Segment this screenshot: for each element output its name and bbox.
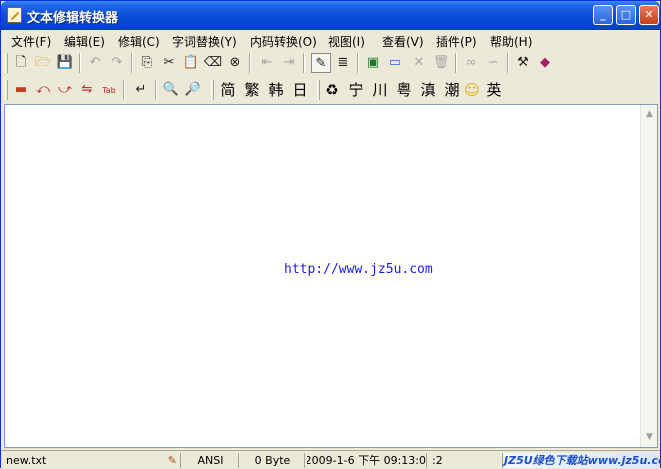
smiley-icon[interactable]: ☺ (461, 79, 483, 101)
toolbar-divider (123, 80, 125, 100)
window-icon[interactable]: ▭ (385, 53, 405, 73)
toolbar-divider (455, 53, 457, 73)
brand-watermark: JZ5U绿色下载站www.jz5u.com (504, 453, 661, 468)
toolbar-divider (249, 53, 251, 73)
status-bar: new.txt ✎ ANSI 0 Byte 2009-1-6 下午 09:13:… (1, 450, 661, 469)
unlink-icon[interactable]: ∽ (483, 53, 503, 73)
simplified-button[interactable]: 简 (217, 79, 239, 101)
chao-button[interactable]: 潮 (441, 79, 463, 101)
return-icon[interactable]: ↵ (131, 80, 151, 100)
zoom-in-icon[interactable]: 🔍 (161, 80, 181, 100)
binoculars-icon[interactable]: ⊗ (225, 53, 245, 73)
delete-icon[interactable]: ✕ (409, 53, 429, 73)
ning-button[interactable]: 宁 (345, 79, 367, 101)
toolbar-divider (79, 53, 81, 73)
wrap-icon[interactable]: ⤺ (33, 80, 53, 100)
zoom-out-icon[interactable]: 🔎 (183, 80, 203, 100)
tab-icon[interactable]: Tab (99, 80, 119, 100)
status-size: 0 Byte (241, 453, 305, 468)
export-icon[interactable]: ⇥ (279, 53, 299, 73)
menu-inspect[interactable]: 查看(V) (382, 33, 424, 50)
minimize-button[interactable]: _ (593, 5, 613, 25)
undo-icon[interactable]: ↶ (85, 53, 105, 73)
merge-lines-icon[interactable]: ⇋ (77, 80, 97, 100)
menu-replace[interactable]: 字词替换(Y) (172, 33, 237, 50)
toolbar-divider (357, 53, 359, 73)
pencil-icon: ✎ (167, 454, 177, 467)
menu-view[interactable]: 视图(I) (328, 33, 365, 50)
main-toolbar: 🗋 🗁 💾 ↶ ↷ ⎘ ✂ 📋 ⌫ ⊗ ⇤ ⇥ ✎ ≣ ▣ ▭ ✕ 🗑 ∞ ∽ … (5, 51, 565, 75)
app-window: 文本修辑转换器 _ □ ✕ 文件(F) 编辑(E) 修辑(C) 字词替换(Y) … (0, 0, 661, 469)
toolbar-grip[interactable] (5, 53, 8, 73)
text-editor[interactable]: http://www.jz5u.com ▲ ▼ (4, 104, 658, 448)
menu-help[interactable]: 帮助(H) (490, 33, 532, 50)
copy-icon[interactable]: ⎘ (137, 53, 157, 73)
edit-mode-icon[interactable]: ✎ (311, 53, 331, 73)
trash-icon[interactable]: 🗑 (431, 53, 451, 73)
chuan-button[interactable]: 川 (369, 79, 391, 101)
title-bar[interactable]: 文本修辑转换器 _ □ ✕ (1, 1, 660, 30)
import-icon[interactable]: ⇤ (257, 53, 277, 73)
menu-encoding[interactable]: 内码转换(O) (250, 33, 317, 50)
toolbar-divider (155, 80, 157, 100)
cut-icon[interactable]: ✂ (159, 53, 179, 73)
open-folder-icon[interactable]: 🗁 (33, 53, 53, 73)
scroll-up-icon[interactable]: ▲ (643, 107, 656, 122)
unwrap-icon[interactable]: ⤻ (55, 80, 75, 100)
app-notepad-icon (7, 7, 22, 23)
dian-button[interactable]: 滇 (417, 79, 439, 101)
open-image-icon[interactable]: ▣ (363, 53, 383, 73)
toolbar-grip[interactable] (211, 80, 214, 100)
new-file-icon[interactable]: 🗋 (11, 53, 31, 73)
toolbar-grip[interactable] (317, 80, 320, 100)
save-icon[interactable]: 💾 (55, 53, 75, 73)
scroll-down-icon[interactable]: ▼ (643, 430, 656, 445)
toolbar-divider (507, 53, 509, 73)
book-icon[interactable]: ◆ (535, 53, 555, 73)
menu-revise[interactable]: 修辑(C) (118, 33, 160, 50)
traditional-button[interactable]: 繁 (241, 79, 263, 101)
status-encoding: ANSI (183, 453, 239, 468)
english-button[interactable]: 英 (483, 79, 505, 101)
window-title: 文本修辑转换器 (27, 11, 119, 26)
menu-file[interactable]: 文件(F) (11, 33, 51, 50)
maximize-button[interactable]: □ (616, 5, 636, 25)
convert-toolbar: ▬ ⤺ ⤻ ⇋ Tab ↵ 🔍 🔎 简 繁 韩 日 ♻ 宁 川 粤 滇 潮 ☺ … (5, 78, 505, 102)
rectangle-icon[interactable]: ▬ (11, 80, 31, 100)
tools-icon[interactable]: ⚒ (513, 53, 533, 73)
redo-icon[interactable]: ↷ (107, 53, 127, 73)
status-extra: 2: (429, 453, 503, 468)
menu-edit[interactable]: 编辑(E) (64, 33, 105, 50)
paste-icon[interactable]: 📋 (181, 53, 201, 73)
toolbar-divider (303, 53, 305, 73)
vertical-scrollbar[interactable]: ▲ ▼ (640, 105, 657, 447)
menu-plugins[interactable]: 插件(P) (436, 33, 477, 50)
toolbar-divider (131, 53, 133, 73)
close-button[interactable]: ✕ (639, 5, 659, 25)
filename-text: new.txt (6, 454, 47, 467)
recycle-icon[interactable]: ♻ (321, 79, 343, 101)
editor-content[interactable]: http://www.jz5u.com (284, 262, 433, 277)
status-datetime: 2009-1-6 下午 09:13:0 (307, 453, 427, 468)
yue-button[interactable]: 粤 (393, 79, 415, 101)
japanese-button[interactable]: 日 (289, 79, 311, 101)
eraser-icon[interactable]: ⌫ (203, 53, 223, 73)
korean-button[interactable]: 韩 (265, 79, 287, 101)
status-filename: new.txt ✎ (3, 453, 181, 468)
align-icon[interactable]: ≣ (333, 53, 353, 73)
link-icon[interactable]: ∞ (461, 53, 481, 73)
toolbar-grip[interactable] (5, 80, 8, 100)
menu-bar: 文件(F) 编辑(E) 修辑(C) 字词替换(Y) 内码转换(O) 视图(I) … (5, 30, 657, 50)
